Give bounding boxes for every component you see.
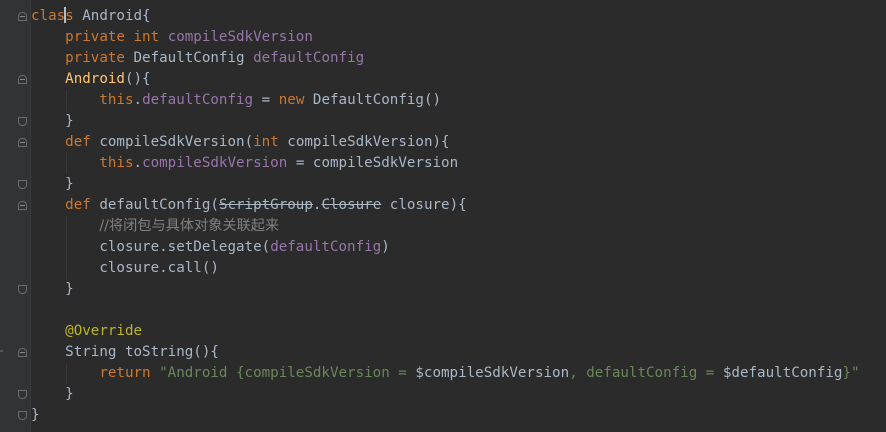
field-token: defaultConfig (253, 50, 365, 66)
fold-close-icon[interactable] (18, 285, 27, 294)
param-token: compileSdkVersion){ (278, 134, 450, 150)
fold-open-icon[interactable] (18, 348, 27, 357)
deprecated-type-token: Closure (321, 197, 382, 213)
code-line-13[interactable]: closure.call() (31, 258, 219, 279)
code-line-18[interactable]: return "Android {compileSdkVersion = $co… (31, 363, 860, 384)
punct-token: ( (244, 134, 254, 150)
keyword-token: private (65, 29, 125, 45)
code-line-8[interactable]: this.compileSdkVersion = compileSdkVersi… (31, 153, 458, 174)
constructor-token: Android (65, 71, 125, 87)
code-line-19[interactable]: } (31, 384, 74, 405)
fold-close-icon[interactable] (18, 390, 27, 399)
punct-token: } (65, 386, 74, 402)
class-name-token: Android{ (73, 8, 151, 24)
method-name-token: compileSdkVersion (99, 134, 245, 150)
operator-token: = (253, 92, 279, 108)
code-line-17[interactable]: String toString(){ (31, 342, 219, 363)
keyword-token: def (65, 134, 91, 150)
interpolation-token: $defaultConfig (722, 365, 843, 381)
keyword-token: clas (31, 8, 66, 24)
code-line-16[interactable]: @Override (31, 321, 142, 342)
punct-token: ( (210, 197, 219, 213)
punct-token: } (65, 281, 74, 297)
punct-token: } (65, 176, 74, 192)
field-token: defaultConfig (270, 239, 382, 255)
annotation-token: @Override (65, 323, 143, 339)
keyword-token: this (99, 155, 134, 171)
method-name-token: defaultConfig (99, 197, 211, 213)
code-line-5[interactable]: this.defaultConfig = new DefaultConfig() (31, 90, 441, 111)
fold-close-icon[interactable] (18, 117, 27, 126)
code-line-4[interactable]: Android(){ (31, 69, 151, 90)
code-line-9[interactable]: } (31, 174, 74, 195)
string-token: }" (842, 365, 860, 381)
punct-token: ) (381, 239, 390, 255)
keyword-token: int (253, 134, 279, 150)
fold-close-icon[interactable] (18, 411, 27, 420)
code-line-3[interactable]: private DefaultConfig defaultConfig (31, 48, 364, 69)
param-token: = compileSdkVersion (287, 155, 459, 171)
field-token: compileSdkVersion (167, 29, 313, 45)
gutter-tick (0, 350, 3, 352)
fold-open-icon[interactable] (18, 201, 27, 210)
call-token: closure.call() (99, 260, 219, 276)
code-line-10[interactable]: def defaultConfig(ScriptGroup.Closure cl… (31, 195, 467, 216)
type-token: DefaultConfig() (304, 92, 442, 108)
code-line-7[interactable]: def compileSdkVersion(int compileSdkVers… (31, 132, 450, 153)
fold-open-icon[interactable] (18, 138, 27, 147)
code-line-6[interactable]: } (31, 111, 74, 132)
field-token: compileSdkVersion (142, 155, 288, 171)
keyword-token: this (99, 92, 134, 108)
deprecated-type-token: ScriptGroup (218, 197, 313, 213)
type-token: DefaultConfig (133, 50, 245, 66)
code-line-1[interactable]: class Android{ (31, 6, 151, 27)
punct-token: } (65, 113, 74, 129)
code-line-11[interactable]: //将闭包与具体对象关联起来 (31, 216, 279, 237)
code-line-14[interactable]: } (31, 279, 74, 300)
fold-open-icon[interactable] (18, 12, 27, 21)
keyword-token: new (278, 92, 305, 108)
keyword-token: private (65, 50, 125, 66)
code-line-20[interactable]: } (31, 405, 40, 426)
interpolation-token: $compileSdkVersion (415, 365, 570, 381)
keyword-token: return (99, 365, 151, 381)
editor-gutter[interactable] (0, 0, 30, 432)
fold-close-icon[interactable] (18, 180, 27, 189)
code-line-2[interactable]: private int compileSdkVersion (31, 27, 313, 48)
string-token: , defaultConfig = (569, 365, 723, 381)
keyword-token: s (65, 8, 74, 24)
punct-token: . (133, 92, 143, 108)
fold-open-icon[interactable] (18, 75, 27, 84)
string-token: "Android {compileSdkVersion = (150, 365, 416, 381)
comment-token: //将闭包与具体对象关联起来 (99, 218, 280, 234)
code-editor[interactable]: class Android{ private int compileSdkVer… (0, 0, 886, 432)
method-decl-token: String toString(){ (65, 344, 219, 360)
punct-token: . (133, 155, 143, 171)
keyword-token: def (65, 197, 91, 213)
code-line-12[interactable]: closure.setDelegate(defaultConfig) (31, 237, 390, 258)
field-token: defaultConfig (142, 92, 254, 108)
call-token: closure.setDelegate( (99, 239, 271, 255)
punct-token: (){ (124, 71, 151, 87)
param-token: closure){ (381, 197, 467, 213)
punct-token: } (31, 407, 40, 423)
keyword-token: int (133, 29, 160, 45)
